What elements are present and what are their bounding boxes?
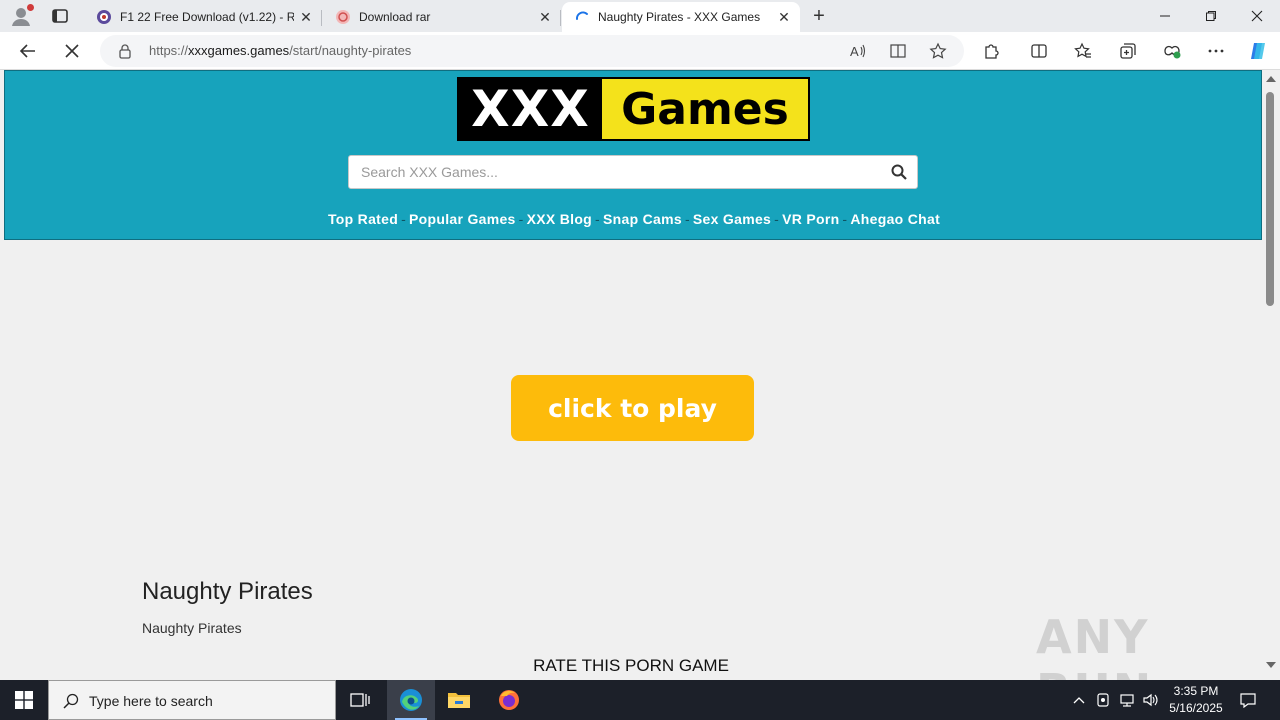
clock-time: 3:35 PM — [1173, 684, 1219, 698]
lock-icon[interactable] — [117, 43, 133, 59]
minimize-icon[interactable] — [1142, 0, 1188, 32]
url-text[interactable]: https://xxxgames.games/start/naughty-pir… — [149, 43, 411, 58]
nav-popular-games[interactable]: Popular Games — [409, 211, 516, 227]
logo-xxx-text: XXX — [471, 80, 590, 138]
windows-start-icon[interactable] — [0, 680, 48, 720]
game-title: Naughty Pirates — [142, 578, 313, 605]
click-to-play-button[interactable]: click to play — [511, 375, 754, 441]
nav-separator: - — [401, 211, 407, 227]
nav-separator: - — [518, 211, 524, 227]
tab-f1-22[interactable]: F1 22 Free Download (v1.22) - Re ✕ — [84, 2, 322, 32]
task-view-icon[interactable] — [336, 680, 384, 720]
logo-games-text: Games — [602, 79, 808, 139]
windows-taskbar: Type here to search 3:35 PM 5/16/2025 — [0, 680, 1280, 720]
read-aloud-icon[interactable]: A — [847, 40, 869, 62]
clock-date: 5/16/2025 — [1169, 701, 1223, 715]
back-arrow-icon[interactable] — [14, 37, 42, 65]
nav-snap-cams[interactable]: Snap Cams — [603, 211, 682, 227]
scroll-down-icon[interactable] — [1266, 662, 1276, 668]
loading-spinner-icon — [574, 9, 590, 25]
close-tab-icon[interactable]: ✕ — [294, 5, 318, 29]
site-header: XXX Games Top Rated-Popular Games-XXX Bl… — [4, 70, 1262, 240]
edge-taskbar-icon[interactable] — [387, 680, 435, 720]
tab-naughty-pirates[interactable]: Naughty Pirates - XXX Games ✕ — [562, 2, 800, 32]
more-menu-icon[interactable] — [1202, 37, 1230, 65]
page-scrollbar[interactable] — [1262, 70, 1280, 680]
taskbar-clock[interactable]: 3:35 PM 5/16/2025 — [1162, 683, 1230, 717]
nav-ahegao-chat[interactable]: Ahegao Chat — [850, 211, 940, 227]
profile-avatar-icon[interactable] — [10, 4, 34, 27]
split-screen-icon[interactable] — [1025, 37, 1053, 65]
svg-text:A: A — [850, 44, 859, 59]
browser-toolbar: https://xxxgames.games/start/naughty-pir… — [0, 32, 1280, 70]
site-logo[interactable]: XXX Games — [457, 77, 810, 141]
repack-icon — [96, 9, 112, 25]
tab-title: F1 22 Free Download (v1.22) - Re — [120, 10, 294, 24]
nav-vr-porn[interactable]: VR Porn — [782, 211, 839, 227]
collections-icon[interactable] — [1114, 37, 1142, 65]
favorites-icon[interactable] — [1069, 37, 1097, 65]
tab-title: Download rar — [359, 10, 431, 24]
search-icon — [63, 693, 79, 709]
copilot-icon[interactable] — [1244, 37, 1272, 65]
screen: F1 22 Free Download (v1.22) - Re ✕ Downl… — [0, 0, 1280, 720]
tab-title: Naughty Pirates - XXX Games — [598, 10, 761, 24]
nav-separator: - — [774, 211, 780, 227]
tray-overflow-chevron-icon[interactable] — [1068, 680, 1090, 720]
file-explorer-icon[interactable] — [435, 680, 483, 720]
nav-separator: - — [595, 211, 600, 227]
site-nav: Top Rated - Popular Games - XXX Blog - Snap Ca… — [5, 211, 1262, 227]
nav-sex-games[interactable]: Sex Games — [693, 211, 771, 227]
notification-dot-icon — [27, 4, 34, 11]
site-search — [348, 155, 918, 189]
extensions-puzzle-icon[interactable] — [977, 37, 1005, 65]
nav-separator: - — [842, 211, 848, 227]
browser-essentials-icon[interactable] — [1158, 37, 1186, 65]
game-subtitle: Naughty Pirates — [142, 620, 242, 636]
browser-tab-strip: F1 22 Free Download (v1.22) - Re ✕ Downl… — [0, 0, 1280, 32]
tab-actions-icon[interactable] — [50, 6, 70, 26]
nav-xxx-blog[interactable]: XXX Blog — [527, 211, 592, 227]
stop-loading-icon[interactable] — [58, 37, 86, 65]
volume-icon[interactable] — [1140, 680, 1162, 720]
new-tab-icon[interactable]: + — [806, 4, 832, 28]
nav-separator: - — [684, 211, 690, 227]
nav-top-rated[interactable]: Top Rated — [328, 211, 398, 227]
close-window-icon[interactable] — [1234, 0, 1280, 32]
immersive-reader-icon[interactable] — [887, 40, 909, 62]
rar-icon — [335, 9, 351, 25]
search-input[interactable] — [349, 156, 879, 188]
taskbar-search-placeholder: Type here to search — [89, 693, 213, 709]
restore-icon[interactable] — [1188, 0, 1234, 32]
tab-download-rar[interactable]: Download rar ✕ — [323, 2, 561, 32]
taskbar-search-box[interactable]: Type here to search — [48, 680, 336, 720]
scrollbar-thumb[interactable] — [1266, 92, 1274, 306]
page-viewport: XXX Games Top Rated-Popular Games-XXX Bl… — [0, 70, 1262, 680]
firefox-icon[interactable] — [485, 680, 533, 720]
search-icon[interactable] — [891, 164, 907, 180]
meet-now-icon[interactable] — [1092, 680, 1114, 720]
anyrun-watermark: ANY RUN — [1036, 610, 1151, 680]
address-bar[interactable]: https://xxxgames.games/start/naughty-pir… — [100, 35, 964, 67]
favorite-star-icon[interactable] — [927, 40, 949, 62]
network-icon[interactable] — [1116, 680, 1138, 720]
close-tab-icon[interactable]: ✕ — [533, 5, 557, 29]
notification-center-icon[interactable] — [1234, 680, 1262, 720]
close-tab-icon[interactable]: ✕ — [772, 5, 796, 29]
scroll-up-icon[interactable] — [1266, 76, 1276, 82]
